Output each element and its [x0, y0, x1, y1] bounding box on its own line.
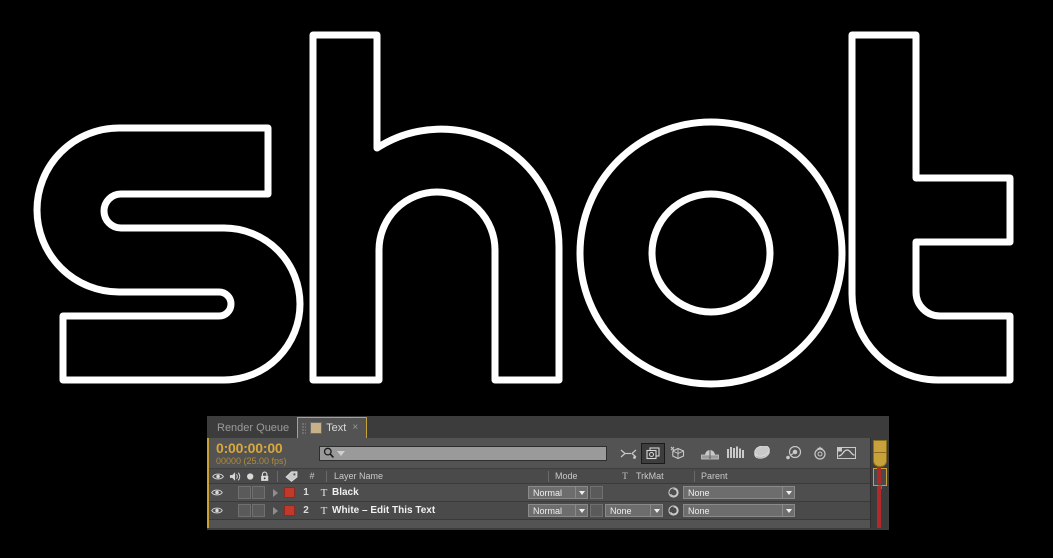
parent-column-label: Parent — [701, 471, 728, 481]
number-column-label: # — [309, 471, 315, 481]
text-layer-icon: T — [320, 486, 328, 499]
chevron-down-icon — [786, 508, 792, 513]
tab-text-label: Text — [326, 422, 347, 434]
enable-frame-blending-icon[interactable] — [697, 442, 723, 464]
layer-name[interactable]: White – Edit This Text — [332, 505, 528, 516]
number-column-header: # — [301, 469, 323, 483]
trkmat-t-cell[interactable] — [588, 486, 605, 499]
layer-label-swatch[interactable] — [282, 505, 296, 516]
eye-icon — [211, 489, 223, 496]
trkmat-t-column-header: T — [617, 469, 633, 483]
parent-pickwhip[interactable] — [666, 505, 680, 516]
tab-text[interactable]: Text × — [297, 417, 368, 438]
pickwhip-icon — [667, 505, 679, 516]
trkmat-column-label: TrkMat — [636, 471, 664, 481]
lock-icon[interactable] — [260, 471, 269, 482]
layer-index: 1 — [303, 487, 309, 498]
brainstorm-icon[interactable] — [749, 442, 775, 464]
expand-layer-triangle[interactable] — [268, 506, 282, 515]
chevron-down-icon[interactable] — [337, 450, 345, 456]
chevron-down-icon — [579, 490, 585, 495]
draft-3d-icon[interactable] — [641, 442, 665, 464]
solo-icon[interactable] — [246, 472, 254, 481]
tab-grip-icon — [302, 422, 307, 434]
table-row[interactable]: 2 T White – Edit This Text Normal None N… — [209, 502, 871, 520]
layer-mode-dropdown[interactable]: Normal — [528, 504, 588, 517]
label-column-header — [281, 469, 301, 483]
graph-editor-preview-icon[interactable] — [781, 442, 807, 464]
layer-parent-value: None — [688, 487, 710, 498]
audio-icon[interactable] — [229, 471, 241, 482]
layer-column-header: # Layer Name Mode T TrkMat Parent — [209, 469, 871, 484]
chevron-down-icon — [786, 490, 792, 495]
current-time-indicator[interactable] — [873, 452, 887, 467]
layer-parent-dropdown[interactable]: None — [683, 486, 795, 499]
layer-name-column-header[interactable]: Layer Name — [330, 469, 545, 483]
parent-column-header[interactable]: Parent — [698, 469, 818, 483]
chevron-right-icon — [272, 506, 278, 515]
header-divider-2 — [326, 470, 327, 482]
timeline-control-row: 0:00:00:00 00000 (25.00 fps) — [209, 438, 889, 469]
timeline-switch-icons — [615, 442, 859, 464]
current-timecode[interactable]: 0:00:00:00 — [216, 441, 319, 455]
frame-and-fps: 00000 (25.00 fps) — [216, 455, 287, 466]
mode-column-label: Mode — [555, 471, 578, 481]
label-tag-icon — [284, 470, 297, 482]
live-update-icon[interactable] — [615, 442, 641, 464]
panel-bottom-edge — [207, 528, 889, 530]
layer-name-column-label: Layer Name — [334, 471, 384, 481]
layer-duration-bar[interactable] — [877, 486, 881, 530]
header-divider — [277, 470, 278, 482]
tab-render-queue[interactable]: Render Queue — [207, 417, 298, 438]
layer-visibility-toggle[interactable] — [209, 506, 225, 515]
enable-motion-blur-icon[interactable] — [723, 442, 749, 464]
timeline-panel-body: 0:00:00:00 00000 (25.00 fps) # Layer Nam… — [207, 438, 889, 530]
layer-trkmat-dropdown[interactable]: None — [605, 504, 663, 517]
timeline-panel: Render Queue Text × 0:00:00:00 00000 (25… — [207, 416, 889, 530]
chevron-down-icon — [579, 508, 585, 513]
chevron-down-icon — [654, 508, 660, 513]
trkmat-column-header[interactable]: TrkMat — [633, 469, 691, 483]
lock-toggle[interactable] — [252, 504, 265, 517]
layer-visibility-toggle[interactable] — [209, 488, 225, 497]
header-divider-4 — [694, 470, 695, 482]
close-icon[interactable]: × — [352, 423, 358, 433]
timeline-ruler-strip[interactable] — [870, 438, 889, 530]
text-layer-icon: T — [320, 504, 328, 517]
panel-tab-bar: Render Queue Text × — [207, 416, 889, 438]
hide-shy-layers-icon[interactable] — [665, 442, 691, 464]
layer-parent-value: None — [688, 505, 710, 516]
layer-trkmat-value: None — [610, 505, 632, 516]
solo-toggle[interactable] — [238, 486, 251, 499]
layer-mode-value: Normal — [533, 487, 563, 498]
expand-layer-triangle[interactable] — [268, 488, 282, 497]
trkmat-t-cell[interactable] — [588, 504, 605, 517]
search-input[interactable] — [319, 445, 607, 461]
layer-mode-value: Normal — [533, 505, 563, 516]
eye-icon[interactable] — [212, 472, 224, 481]
parent-pickwhip[interactable] — [666, 487, 680, 498]
header-divider-3 — [548, 470, 549, 482]
layer-duration-bar[interactable] — [877, 467, 881, 484]
trkmat-t-label: T — [622, 471, 628, 481]
layer-name[interactable]: Black — [332, 487, 528, 498]
eye-icon — [211, 507, 223, 514]
layer-parent-dropdown[interactable]: None — [683, 504, 795, 517]
chevron-right-icon — [272, 488, 278, 497]
solo-toggle[interactable] — [238, 504, 251, 517]
lock-toggle[interactable] — [252, 486, 265, 499]
layer-index: 2 — [303, 505, 309, 516]
auto-keyframe-icon[interactable] — [807, 442, 833, 464]
tab-render-queue-label: Render Queue — [217, 421, 290, 434]
graph-editor-icon[interactable] — [833, 442, 859, 464]
current-time-display[interactable]: 0:00:00:00 00000 (25.00 fps) — [209, 441, 319, 466]
layer-label-swatch[interactable] — [282, 487, 296, 498]
table-row[interactable]: 1 T Black Normal None — [209, 484, 871, 502]
composition-icon — [310, 422, 323, 434]
pickwhip-icon — [667, 487, 679, 498]
mode-column-header[interactable]: Mode — [552, 469, 617, 483]
search-icon — [323, 447, 334, 458]
layer-mode-dropdown[interactable]: Normal — [528, 486, 588, 499]
layer-switch-column-icons — [209, 469, 281, 483]
